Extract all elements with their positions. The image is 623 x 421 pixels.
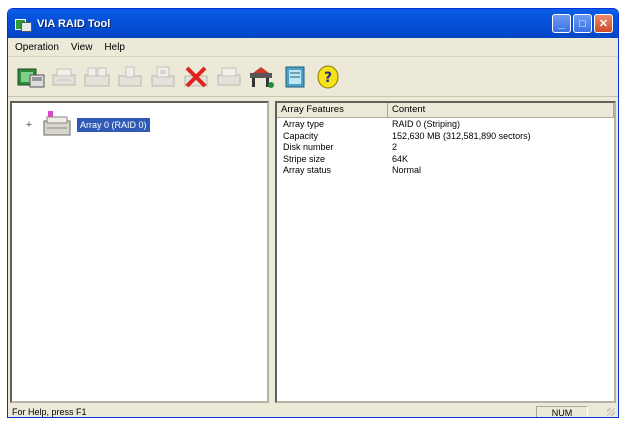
feature-cell: Array type [283,119,325,129]
tree-node-array[interactable]: + Array 0 (RAID 0) [22,111,150,139]
refresh-button[interactable] [278,61,311,93]
status-bar: For Help, press F1 NUM [8,405,618,417]
list-row[interactable]: Stripe size 64K [277,154,614,166]
menu-bar: Operation View Help [8,38,618,57]
printer-button[interactable] [212,61,245,93]
feature-cell: Capacity [283,130,319,141]
content-cell: RAID 0 (Striping) [392,119,461,129]
title-bar[interactable]: VIA RAID Tool _ □ ✕ [8,9,618,38]
status-help-text: For Help, press F1 [12,407,87,417]
column-header-features[interactable]: Array Features [277,103,388,118]
create-array-button[interactable] [47,61,80,93]
list-row[interactable]: Array type RAID 0 (Striping) [277,119,614,131]
content-cell: Normal [392,165,422,175]
num-lock-indicator: NUM [536,406,588,417]
help-button[interactable]: ? [311,61,344,93]
delete-icon [184,66,207,87]
list-row[interactable]: Disk number 2 [277,142,614,154]
add-disk-button[interactable] [113,61,146,93]
window-title: VIA RAID Tool [37,17,111,30]
content-area: + Array 0 (RAID 0) Array Features Conten… [10,101,616,403]
tree-node-label[interactable]: Array 0 (RAID 0) [77,118,150,132]
maximize-button[interactable]: □ [573,14,592,33]
content-cell: 2 [392,142,398,152]
minimize-button[interactable]: _ [552,14,571,33]
help-icon: ? [317,65,338,88]
column-header-content[interactable]: Content [388,103,614,118]
settings-icon [249,66,274,88]
disk-array-icon [42,111,74,139]
create-array-multi-icon [84,67,109,86]
list-header: Array Features Content [277,103,614,118]
feature-cell: Array status [283,165,332,175]
refresh-icon [285,66,304,87]
close-button[interactable]: ✕ [594,14,613,33]
feature-cell: Stripe size [283,153,326,164]
delete-button[interactable] [179,61,212,93]
duplicate-button[interactable] [146,61,179,93]
scan-icon [17,68,44,87]
add-disk-icon [118,66,141,86]
printer-icon [217,67,240,85]
svg-text:?: ? [323,70,331,86]
content-cell: 152,630 MB (312,581,890 sectors) [392,130,531,141]
list-rows: Array type RAID 0 (Striping) Capacity 15… [277,119,614,177]
resize-grip-icon[interactable] [607,408,615,416]
tree-pane[interactable]: + Array 0 (RAID 0) [10,101,269,403]
menu-help[interactable]: Help [98,42,131,53]
menu-view[interactable]: View [65,42,99,53]
settings-button[interactable] [245,61,278,93]
menu-operation[interactable]: Operation [8,42,65,53]
create-array-icon [52,68,75,85]
app-window: VIA RAID Tool _ □ ✕ Operation View Help [7,8,619,418]
create-array-multi-button[interactable] [80,61,113,93]
feature-cell: Disk number [283,142,334,152]
content-cell: 64K [392,153,409,164]
expand-icon[interactable]: + [22,118,36,132]
toolbar: ? [8,57,618,97]
list-row[interactable]: Capacity 152,630 MB (312,581,890 sectors… [277,131,614,143]
details-pane: Array Features Content Array type RAID 0… [275,101,616,403]
scan-button[interactable] [14,61,47,93]
duplicate-icon [151,66,174,86]
app-icon [15,17,32,32]
list-row[interactable]: Array status Normal [277,165,614,177]
